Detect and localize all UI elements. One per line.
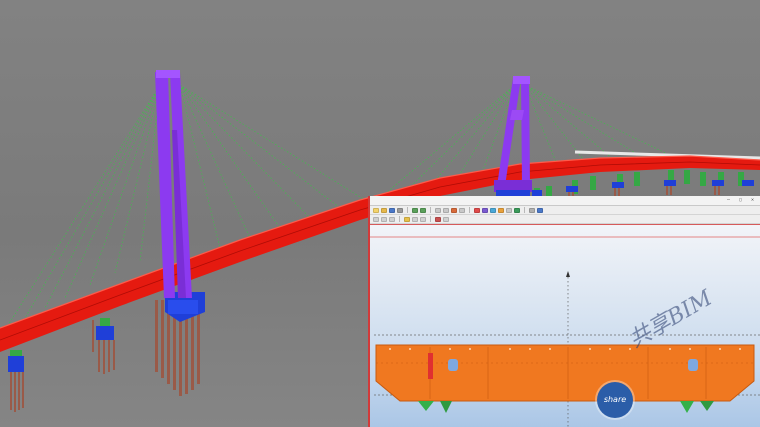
layer-icon[interactable] bbox=[482, 207, 488, 213]
line-tool-icon[interactable] bbox=[373, 216, 379, 222]
rect-tool-icon[interactable] bbox=[389, 216, 395, 222]
cross-section-drawing bbox=[370, 236, 760, 427]
print-icon[interactable] bbox=[397, 207, 403, 213]
bearing-left-red bbox=[428, 353, 433, 379]
toolbar-secondary bbox=[370, 215, 760, 224]
toolbar-separator bbox=[524, 207, 525, 213]
tower-left-foundation bbox=[155, 292, 205, 396]
file-icon[interactable] bbox=[373, 207, 379, 213]
dimension-icon[interactable] bbox=[435, 216, 441, 222]
support-right-icon bbox=[680, 401, 694, 413]
pan-icon[interactable] bbox=[443, 207, 449, 213]
toolbar-separator bbox=[430, 207, 431, 213]
save-icon[interactable] bbox=[389, 207, 395, 213]
select-icon[interactable] bbox=[459, 207, 465, 213]
render-icon[interactable] bbox=[498, 207, 504, 213]
move-icon[interactable] bbox=[404, 216, 410, 222]
toolbar-separator bbox=[430, 216, 431, 222]
bearing-right-blue bbox=[688, 359, 698, 371]
snap-icon[interactable] bbox=[514, 207, 520, 213]
window-controls[interactable]: — ▢ ✕ bbox=[727, 196, 757, 205]
toolbar-separator bbox=[407, 207, 408, 213]
toolbar-separator bbox=[399, 216, 400, 222]
zoom-icon[interactable] bbox=[435, 207, 441, 213]
window-title-bar[interactable]: — ▢ ✕ bbox=[370, 196, 760, 206]
share-logo-badge: share bbox=[597, 382, 633, 418]
support-left-2-icon bbox=[440, 401, 452, 413]
undo-icon[interactable] bbox=[412, 207, 418, 213]
center-marker-icon bbox=[566, 271, 570, 277]
mirror-icon[interactable] bbox=[420, 216, 426, 222]
view-icon[interactable] bbox=[490, 207, 496, 213]
toolbar-main bbox=[370, 206, 760, 215]
support-left-icon bbox=[418, 401, 434, 411]
arc-tool-icon[interactable] bbox=[381, 216, 387, 222]
share-badge-text: share bbox=[603, 395, 627, 404]
3d-model-viewport[interactable]: — ▢ ✕ share 共享BIM bbox=[0, 0, 760, 427]
pier-left-2 bbox=[92, 318, 115, 374]
toolbar-separator bbox=[469, 207, 470, 213]
text-icon[interactable] bbox=[443, 216, 449, 222]
support-right-2-icon bbox=[700, 401, 714, 411]
redo-icon[interactable] bbox=[420, 207, 426, 213]
pier-left-1 bbox=[8, 350, 24, 412]
rotate-icon[interactable] bbox=[451, 207, 457, 213]
copy-icon[interactable] bbox=[412, 216, 418, 222]
settings-icon[interactable] bbox=[529, 207, 535, 213]
measure-icon[interactable] bbox=[474, 207, 480, 213]
grid-icon[interactable] bbox=[506, 207, 512, 213]
open-icon[interactable] bbox=[381, 207, 387, 213]
help-icon[interactable] bbox=[537, 207, 543, 213]
tower-left bbox=[155, 70, 192, 298]
bearing-left-blue bbox=[448, 359, 458, 371]
section-drawing-canvas[interactable] bbox=[370, 224, 760, 427]
